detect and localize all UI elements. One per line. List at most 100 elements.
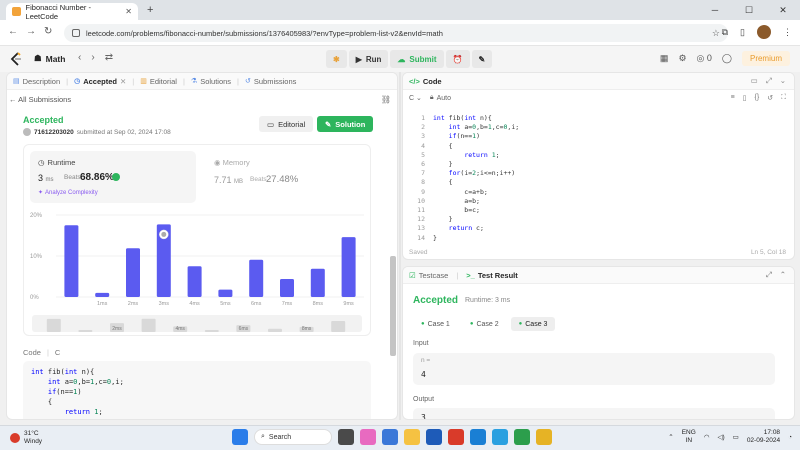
close-window-icon[interactable]: ✕	[766, 0, 800, 20]
weather-widget[interactable]: 31°C Windy	[10, 430, 42, 446]
task-view-icon[interactable]	[338, 429, 354, 445]
scroll-thumb[interactable]	[390, 256, 396, 356]
profile-avatar[interactable]	[757, 25, 771, 39]
case-tab-1[interactable]: ● Case 1	[413, 317, 458, 331]
code-line: a=b;	[433, 196, 480, 205]
language-indicator[interactable]: ENG IN	[682, 429, 696, 445]
tab-label: Description	[22, 76, 61, 86]
leetcode-logo-icon[interactable]	[10, 52, 22, 66]
username[interactable]: 71612203020	[34, 129, 74, 136]
debug-button[interactable]: ✱	[326, 50, 347, 68]
notifications-icon[interactable]: ◔	[788, 434, 792, 441]
expand-icon[interactable]: ⤢	[766, 76, 772, 86]
user-avatar-icon[interactable]: ◯	[722, 53, 732, 64]
notes-button[interactable]: ✎	[471, 50, 493, 68]
site-info-icon[interactable]	[72, 29, 80, 37]
close-tab-icon[interactable]: ✕	[120, 77, 126, 86]
shuffle-icon[interactable]: ⇄	[105, 52, 113, 63]
sidepanel-icon[interactable]: ▯	[740, 27, 745, 38]
case-tab-2[interactable]: ● Case 2	[462, 317, 507, 331]
collapse-chevron-icon[interactable]: ⌃	[780, 270, 786, 280]
solution-button[interactable]: ✎ Solution	[317, 116, 374, 132]
analyze-complexity-link[interactable]: ✦ Analyze Complexity	[38, 189, 98, 197]
runtime-card[interactable]: ◷ Runtime 3 ms Beats 68.86% ✦ Analyze Comp…	[30, 151, 196, 203]
fullscreen-icon[interactable]: ⛶	[781, 94, 786, 102]
battery-icon[interactable]: ▭	[733, 433, 739, 441]
mcafee-icon[interactable]	[448, 429, 464, 445]
auto-mode[interactable]: 🔒︎ Auto	[430, 94, 451, 102]
left-scrollbar[interactable]	[389, 256, 397, 419]
settings-gear-icon[interactable]: ⚙	[678, 53, 686, 64]
premium-button[interactable]: Premium	[741, 51, 790, 66]
language-select[interactable]: C ⌄	[409, 94, 422, 102]
braces-icon[interactable]: {}	[755, 94, 760, 102]
tab-editorial[interactable]: ▥ Editorial	[140, 77, 177, 86]
reset-icon[interactable]: ↺	[767, 94, 773, 102]
book-icon: ▭	[267, 119, 275, 129]
run-button[interactable]: ▶ Run	[348, 50, 389, 68]
memory-card[interactable]: ◉ Memory 7.71 MB Beats 27.48%	[210, 151, 360, 203]
tab-accepted[interactable]: ◷ Accepted ✕	[74, 77, 126, 86]
clock-date: 02-09-2024	[746, 437, 781, 444]
panel-divider[interactable]	[399, 72, 401, 420]
timer-button[interactable]: ⏰	[445, 50, 470, 68]
prev-problem-icon[interactable]: ‹	[78, 52, 81, 63]
bookmark-star-icon[interactable]: ☆	[712, 28, 720, 39]
problem-list-button[interactable]: ☗ Math	[34, 53, 65, 64]
mail-icon[interactable]	[470, 429, 486, 445]
editorial-icon: ▥	[140, 78, 147, 85]
clock[interactable]: 17:08 02-09-2024	[747, 429, 780, 445]
wifi-icon[interactable]: ◠	[704, 433, 710, 441]
back-icon[interactable]: ←	[8, 26, 18, 37]
minimize-panel-icon[interactable]: ▭	[751, 76, 758, 86]
browser-tabstrip: Fibonacci Number - LeetCode ✕ + ─ ☐ ✕	[0, 0, 800, 21]
submit-button[interactable]: ☁ Submit	[390, 50, 444, 68]
tab-divider: |	[237, 76, 239, 86]
edge-icon[interactable]	[492, 429, 508, 445]
search-label: Search	[268, 433, 292, 441]
windows-start-icon[interactable]	[232, 429, 248, 445]
expand-icon[interactable]: ⤢	[766, 270, 772, 280]
code-editor[interactable]: 1 int fib(int n){2 int a=0,b=1,c=0,i; 3 if…	[403, 110, 794, 242]
bookmark-icon[interactable]: ▯	[743, 94, 747, 102]
submitted-code[interactable]: int fib(int n){ int a=0,b=1,c=0,i; if(n=…	[23, 361, 371, 419]
reload-icon[interactable]: ↻	[44, 26, 52, 37]
tab-divider: |	[456, 270, 459, 280]
tab-submissions[interactable]: ↺ Submissions	[245, 77, 296, 86]
overview-label: 6ms	[239, 326, 249, 332]
case-tab-3[interactable]: ● Case 3	[510, 317, 556, 331]
file-explorer-icon[interactable]	[404, 429, 420, 445]
all-submissions-link[interactable]: ← All Submissions	[9, 95, 71, 104]
camera-icon[interactable]	[514, 429, 530, 445]
layout-icon[interactable]: ▦	[660, 53, 669, 64]
forward-icon[interactable]: →	[26, 26, 36, 37]
more-chevron-icon[interactable]: ⌄	[780, 76, 786, 86]
extensions-icon[interactable]: ⧉	[722, 27, 728, 38]
maximize-icon[interactable]: ☐	[732, 0, 766, 20]
tab-description[interactable]: ▤ Description	[13, 77, 60, 86]
coins-counter[interactable]: ◎ 0	[697, 53, 712, 64]
tab-test-result[interactable]: >_ Test Result	[466, 271, 517, 280]
share-link-icon[interactable]: ⛓	[381, 95, 391, 104]
format-icon[interactable]: ≡	[731, 94, 735, 102]
minimize-icon[interactable]: ─	[698, 0, 732, 20]
close-tab-icon[interactable]: ✕	[125, 7, 132, 16]
address-bar[interactable]: leetcode.com/problems/fibonacci-number/s…	[64, 24, 728, 42]
tab-solutions[interactable]: ⚗ Solutions	[191, 77, 231, 86]
store-icon[interactable]	[426, 429, 442, 445]
browser-tab[interactable]: Fibonacci Number - LeetCode ✕	[6, 3, 138, 21]
taskbar-search[interactable]: ⌕ Search	[254, 429, 332, 445]
editorial-button[interactable]: ▭ Editorial	[259, 116, 314, 132]
copilot-icon[interactable]	[360, 429, 376, 445]
code-brackets-icon: </>	[409, 76, 420, 86]
volume-icon[interactable]: ◁)	[717, 433, 724, 441]
teams-icon[interactable]	[382, 429, 398, 445]
tab-testcase[interactable]: ☑ Testcase	[409, 271, 448, 280]
run-label: Run	[365, 54, 382, 64]
menu-icon[interactable]: ⋮	[783, 27, 792, 38]
chrome-icon[interactable]	[536, 429, 552, 445]
new-tab-icon[interactable]: +	[147, 4, 153, 16]
line-number: 13	[417, 224, 425, 233]
tray-chevron-icon[interactable]: ⌃	[668, 433, 673, 441]
next-problem-icon[interactable]: ›	[91, 52, 94, 63]
